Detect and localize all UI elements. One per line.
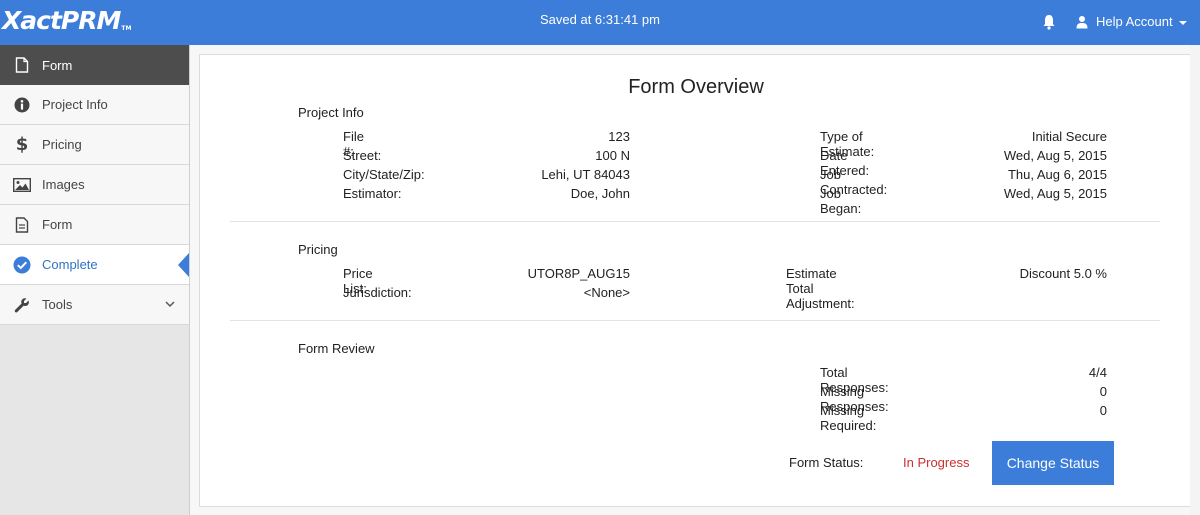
section-title-project-info: Project Info — [298, 105, 364, 120]
change-status-button[interactable]: Change Status — [992, 441, 1114, 485]
field-label: Jurisdiction: — [343, 285, 412, 300]
saved-status: Saved at 6:31:41 pm — [540, 12, 660, 27]
sidebar: Form Project Info $ Pricing Images Form … — [0, 45, 190, 515]
form-icon — [13, 216, 31, 234]
section-divider — [230, 221, 1160, 222]
sidebar-item-form-header[interactable]: Form — [0, 45, 189, 85]
field-value: Wed, Aug 5, 2015 — [1003, 148, 1107, 163]
field-value: 100 N — [595, 148, 630, 163]
bell-icon[interactable] — [1042, 14, 1056, 30]
sidebar-item-label: Complete — [42, 257, 98, 272]
field-label: Street: — [343, 148, 382, 163]
sidebar-item-label: Form — [42, 57, 73, 73]
field-label: Estimator: — [343, 186, 402, 201]
field-value: Wed, Aug 5, 2015 — [1003, 186, 1107, 201]
field-value: Lehi, UT 84043 — [541, 167, 630, 182]
sidebar-item-label: Project Info — [42, 97, 108, 112]
sidebar-item-label: Form — [42, 217, 73, 232]
document-icon — [13, 56, 31, 74]
sidebar-item-images[interactable]: Images — [0, 165, 189, 205]
field-label: Estimate Total Adjustment: — [786, 266, 855, 311]
dollar-icon: $ — [15, 134, 29, 155]
active-pointer — [178, 253, 189, 277]
form-status-value: In Progress — [903, 455, 970, 470]
sidebar-item-label: Images — [42, 177, 85, 192]
field-value: UTOR8P_AUG15 — [527, 266, 630, 281]
form-overview-panel: Form Overview Project Info File #: 123 T… — [199, 54, 1191, 507]
chevron-down-icon[interactable] — [165, 299, 175, 309]
account-label: Help Account — [1096, 14, 1173, 29]
account-menu[interactable]: Help Account — [1076, 14, 1187, 29]
field-value: Initial Secure — [1031, 129, 1107, 144]
field-value: 123 — [608, 129, 630, 144]
form-status-label: Form Status: — [789, 455, 864, 470]
image-icon — [13, 176, 31, 194]
field-value: 4/4 — [1088, 365, 1107, 380]
check-circle-icon — [13, 256, 31, 274]
info-icon — [13, 96, 31, 114]
sidebar-item-form[interactable]: Form — [0, 205, 189, 245]
field-label: Job Began: — [820, 186, 862, 216]
top-bar: XactPRMTM Saved at 6:31:41 pm Help Accou… — [0, 0, 1200, 45]
wrench-icon — [13, 296, 31, 314]
sidebar-item-pricing[interactable]: $ Pricing — [0, 125, 189, 165]
sidebar-item-tools[interactable]: Tools — [0, 285, 189, 325]
scrollbar[interactable] — [1190, 45, 1200, 515]
page-title: Form Overview — [628, 76, 764, 98]
section-title-pricing: Pricing — [298, 242, 338, 257]
field-value: Doe, John — [570, 186, 630, 201]
field-label: City/State/Zip: — [343, 167, 425, 182]
section-title-form-review: Form Review — [298, 341, 375, 356]
field-value: Discount 5.0 % — [1019, 266, 1107, 281]
field-label: Missing Required: — [820, 403, 877, 433]
caret-down-icon — [1178, 20, 1187, 25]
sidebar-item-complete[interactable]: Complete — [0, 245, 189, 285]
field-value: Thu, Aug 6, 2015 — [1007, 167, 1107, 182]
field-value: <None> — [583, 285, 630, 300]
sidebar-item-label: Tools — [42, 297, 73, 312]
user-icon — [1076, 15, 1088, 28]
sidebar-item-label: Pricing — [42, 137, 82, 152]
field-value: 0 — [1099, 403, 1107, 418]
sidebar-item-project-info[interactable]: Project Info — [0, 85, 189, 125]
field-value: 0 — [1099, 384, 1107, 399]
section-divider — [230, 320, 1160, 321]
